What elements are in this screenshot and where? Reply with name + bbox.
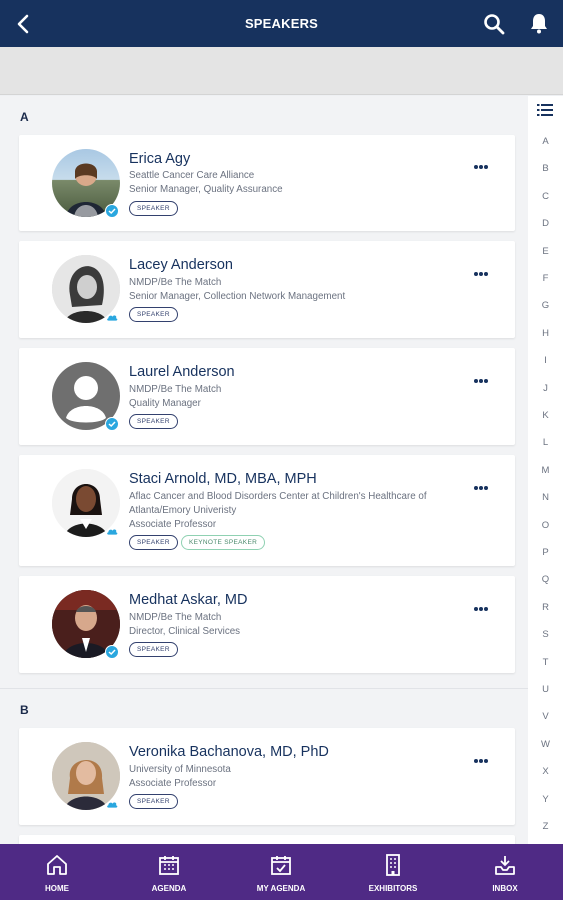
speaker-name: Medhat Askar, MD [129, 592, 248, 608]
speaker-list: A Erica Agy Seattle Cancer Care Alliance… [0, 96, 528, 844]
speaker-name: Laurel Anderson [129, 364, 235, 380]
nav-inbox-label: INBOX [492, 884, 518, 893]
speaker-card-medhat-askar[interactable]: Medhat Askar, MD NMDP/Be The Match Direc… [19, 576, 515, 673]
nav-agenda-label: AGENDA [151, 884, 187, 893]
speaker-name: Veronika Bachanova, MD, PhD [129, 744, 329, 760]
more-options-icon[interactable] [473, 271, 489, 277]
section-header-b: B [20, 703, 29, 717]
nav-my-agenda-label: MY AGENDA [256, 884, 306, 893]
index-letter-s[interactable]: S [528, 629, 563, 640]
index-letter-b[interactable]: B [528, 163, 563, 174]
keynote-speaker-tag: KEYNOTE SPEAKER [181, 535, 266, 550]
speaker-organization: Seattle Cancer Care Alliance [129, 170, 255, 181]
speaker-tag: SPEAKER [129, 794, 178, 809]
search-icon[interactable] [482, 12, 506, 36]
more-options-icon[interactable] [473, 758, 489, 764]
index-letter-g[interactable]: G [528, 300, 563, 311]
index-letter-p[interactable]: P [528, 547, 563, 558]
more-options-icon[interactable] [473, 164, 489, 170]
index-letter-z[interactable]: Z [528, 821, 563, 832]
index-letter-q[interactable]: Q [528, 574, 563, 585]
index-letter-r[interactable]: R [528, 602, 563, 613]
index-letter-d[interactable]: D [528, 218, 563, 229]
speaker-title: Associate Professor [129, 519, 217, 530]
verified-badge-icon [105, 417, 119, 431]
speaker-name: Lacey Anderson [129, 257, 233, 273]
nav-home[interactable]: HOME [12, 844, 102, 900]
speaker-card-partial[interactable] [19, 835, 515, 844]
calendar-icon [159, 856, 179, 875]
speaker-card-veronika-bachanova[interactable]: Veronika Bachanova, MD, PhD University o… [19, 728, 515, 825]
section-divider [0, 688, 528, 689]
index-letter-c[interactable]: C [528, 191, 563, 202]
speaker-tag: SPEAKER [129, 201, 178, 216]
index-letter-y[interactable]: Y [528, 794, 563, 805]
index-letter-j[interactable]: J [528, 383, 563, 394]
nav-exhibitors[interactable]: EXHIBITORS [348, 844, 438, 900]
speaker-card-staci-arnold[interactable]: Staci Arnold, MD, MBA, MPH Aflac Cancer … [19, 455, 515, 566]
nav-home-label: HOME [45, 884, 69, 893]
speaker-title: Senior Manager, Collection Network Manag… [129, 291, 346, 302]
speaker-card-laurel-anderson[interactable]: Laurel Anderson NMDP/Be The Match Qualit… [19, 348, 515, 445]
speaker-organization: NMDP/Be The Match [129, 384, 222, 395]
speaker-name: Erica Agy [129, 151, 191, 167]
index-letter-f[interactable]: F [528, 273, 563, 284]
calendar-check-icon [271, 856, 291, 875]
speaker-tag: SPEAKER [129, 414, 178, 429]
nav-my-agenda[interactable]: MY AGENDA [236, 844, 326, 900]
inbox-icon [495, 856, 515, 875]
notifications-bell-icon[interactable] [527, 11, 551, 35]
speaker-organization: University of Minnesota [129, 764, 231, 775]
speaker-name: Staci Arnold, MD, MBA, MPH [129, 471, 317, 487]
verified-badge-icon [105, 645, 119, 659]
speaker-title: Quality Manager [129, 398, 201, 409]
index-letter-h[interactable]: H [528, 328, 563, 339]
bottom-navigation: HOME AGENDA MY AGENDA EXHIBITORS INBOX [0, 844, 563, 900]
index-letter-m[interactable]: M [528, 465, 563, 476]
building-icon [386, 854, 400, 876]
filter-bar [0, 47, 563, 95]
speaker-card-erica-agy[interactable]: Erica Agy Seattle Cancer Care Alliance S… [19, 135, 515, 231]
speaker-tag: SPEAKER [129, 642, 178, 657]
speaker-card-lacey-anderson[interactable]: Lacey Anderson NMDP/Be The Match Senior … [19, 241, 515, 338]
top-app-bar: SPEAKERS [0, 0, 563, 47]
cloud-badge-icon [106, 314, 119, 322]
alphabet-index: A B C D E F G H I J K L M N O P Q R S T U V W X Y Z [528, 96, 563, 844]
index-letter-u[interactable]: U [528, 684, 563, 695]
more-options-icon[interactable] [473, 378, 489, 384]
verified-badge-icon [105, 204, 119, 218]
page-title: SPEAKERS [244, 16, 319, 31]
index-letter-e[interactable]: E [528, 246, 563, 257]
speaker-organization: NMDP/Be The Match [129, 277, 222, 288]
index-letter-i[interactable]: I [528, 355, 563, 366]
index-letter-n[interactable]: N [528, 492, 563, 503]
speaker-organization-line-2: Atlanta/Emory Univeristy [129, 505, 237, 516]
list-view-icon[interactable] [537, 103, 553, 117]
index-letter-x[interactable]: X [528, 766, 563, 777]
speaker-title: Associate Professor [129, 778, 217, 789]
index-letter-a[interactable]: A [528, 136, 563, 147]
index-letter-v[interactable]: V [528, 711, 563, 722]
speaker-tag: SPEAKER [129, 307, 178, 322]
cloud-badge-icon [106, 528, 119, 536]
nav-inbox[interactable]: INBOX [460, 844, 550, 900]
speaker-title: Senior Manager, Quality Assurance [129, 184, 283, 195]
index-letter-t[interactable]: T [528, 657, 563, 668]
speaker-organization: NMDP/Be The Match [129, 612, 222, 623]
section-header-a: A [20, 110, 29, 124]
index-letter-o[interactable]: O [528, 520, 563, 531]
nav-agenda[interactable]: AGENDA [124, 844, 214, 900]
home-icon [47, 855, 67, 875]
speaker-title: Director, Clinical Services [129, 626, 241, 637]
more-options-icon[interactable] [473, 485, 489, 491]
more-options-icon[interactable] [473, 606, 489, 612]
speaker-organization-line-1: Aflac Cancer and Blood Disorders Center … [129, 491, 427, 502]
index-letter-w[interactable]: W [528, 739, 563, 750]
cloud-badge-icon [106, 801, 119, 809]
index-letter-k[interactable]: K [528, 410, 563, 421]
index-letter-l[interactable]: L [528, 437, 563, 448]
speaker-tag: SPEAKER [129, 535, 178, 550]
nav-exhibitors-label: EXHIBITORS [368, 884, 418, 893]
